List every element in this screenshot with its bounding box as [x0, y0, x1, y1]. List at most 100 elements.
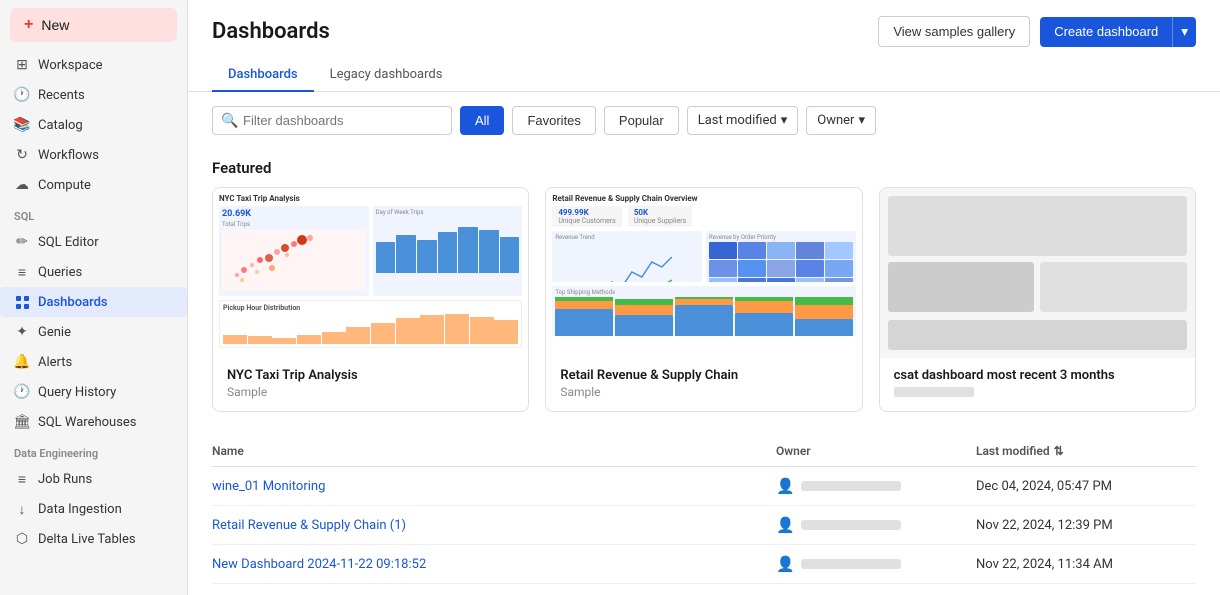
owner-icon: 👤 — [776, 516, 795, 534]
csat-placeholder — [880, 188, 1195, 358]
tab-legacy-dashboards[interactable]: Legacy dashboards — [314, 59, 459, 92]
row-1-name: wine_01 Monitoring — [212, 479, 776, 494]
nyc-taxi-card-subtitle: Sample — [227, 385, 514, 399]
header-actions: View samples gallery Create dashboard ▾ — [878, 16, 1196, 47]
delta-live-icon: ⬡ — [14, 531, 30, 547]
create-dashboard-group: Create dashboard ▾ — [1040, 17, 1196, 47]
sidebar-item-alerts[interactable]: 🔔 Alerts — [0, 347, 187, 377]
table-header: Name Owner Last modified ⇅ — [212, 436, 1196, 467]
row-2-name: Retail Revenue & Supply Chain (1) — [212, 518, 776, 533]
col-name: Name — [212, 444, 776, 458]
sidebar-item-job-runs[interactable]: ≡ Job Runs — [0, 464, 187, 494]
filter-all-button[interactable]: All — [460, 106, 504, 135]
main-content: Dashboards View samples gallery Create d… — [188, 0, 1220, 595]
row-1-modified: Dec 04, 2024, 05:47 PM — [976, 479, 1196, 494]
sidebar-item-genie[interactable]: ✦ Genie — [0, 317, 187, 347]
create-dashboard-dropdown-button[interactable]: ▾ — [1172, 17, 1196, 47]
sidebar-item-label: Compute — [38, 178, 91, 193]
col-owner: Owner — [776, 444, 976, 458]
sidebar-item-label: Job Runs — [38, 472, 92, 487]
featured-card-csat[interactable]: csat dashboard most recent 3 months — [879, 187, 1196, 412]
plus-icon: + — [24, 16, 33, 34]
sidebar-item-label: Workflows — [38, 148, 99, 163]
table-row: Retail Revenue & Supply Chain (1) 👤 Nov … — [212, 506, 1196, 545]
filters-bar: 🔍 All Favorites Popular Last modified ▾ … — [188, 92, 1220, 145]
sidebar-item-catalog[interactable]: 📚 Catalog — [0, 110, 187, 140]
new-button-label: New — [41, 17, 69, 33]
sidebar-item-label: Alerts — [38, 355, 72, 370]
sidebar-item-compute[interactable]: ☁ Compute — [0, 170, 187, 200]
row-3-owner: 👤 — [776, 555, 976, 573]
sidebar-item-sql-warehouses[interactable]: 🏛 SQL Warehouses — [0, 407, 187, 437]
row-1-owner: 👤 — [776, 477, 976, 495]
sql-warehouses-icon: 🏛 — [14, 414, 30, 430]
retail-card-title: Retail Revenue & Supply Chain — [560, 368, 847, 383]
filter-favorites-button[interactable]: Favorites — [512, 106, 595, 135]
csat-owner-placeholder — [894, 387, 974, 397]
sidebar: + New ⊞ Workspace 🕐 Recents 📚 Catalog ↻ … — [0, 0, 188, 595]
retail-card-subtitle: Sample — [560, 385, 847, 399]
row-2-modified: Nov 22, 2024, 12:39 PM — [976, 518, 1196, 533]
sidebar-item-label: Catalog — [38, 118, 83, 133]
genie-icon: ✦ — [14, 324, 30, 340]
tabs-bar: Dashboards Legacy dashboards — [188, 47, 1220, 92]
row-3-link[interactable]: New Dashboard 2024-11-22 09:18:52 — [212, 557, 426, 572]
filter-owner-dropdown[interactable]: Owner ▾ — [806, 106, 876, 135]
sidebar-item-label: Recents — [38, 88, 85, 103]
dashboards-icon — [14, 294, 30, 310]
col-last-modified: Last modified ⇅ — [976, 444, 1196, 458]
nyc-taxi-preview: NYC Taxi Trip Analysis 20.69K Total Trip… — [213, 188, 528, 358]
featured-card-retail[interactable]: Retail Revenue & Supply Chain Overview 4… — [545, 187, 862, 412]
csat-card-body: csat dashboard most recent 3 months — [880, 358, 1195, 409]
filter-last-modified-dropdown[interactable]: Last modified ▾ — [687, 106, 799, 135]
query-history-icon: 🕐 — [14, 384, 30, 400]
csat-preview — [880, 188, 1195, 358]
sidebar-item-query-history[interactable]: 🕐 Query History — [0, 377, 187, 407]
workspace-icon: ⊞ — [14, 57, 30, 73]
featured-grid: NYC Taxi Trip Analysis 20.69K Total Trip… — [212, 187, 1196, 412]
sidebar-item-data-ingestion[interactable]: ↓ Data Ingestion — [0, 494, 187, 524]
filter-popular-button[interactable]: Popular — [604, 106, 679, 135]
row-1-link[interactable]: wine_01 Monitoring — [212, 479, 325, 494]
owner-icon: 👤 — [776, 555, 795, 573]
sidebar-item-label: Workspace — [38, 58, 103, 73]
sql-section-label: SQL — [0, 200, 187, 227]
sidebar-item-workspace[interactable]: ⊞ Workspace — [0, 50, 187, 80]
sidebar-item-queries[interactable]: ≡ Queries — [0, 257, 187, 287]
sidebar-item-label: Dashboards — [38, 295, 108, 310]
recents-icon: 🕐 — [14, 87, 30, 103]
sidebar-item-label: SQL Warehouses — [38, 415, 137, 430]
sidebar-item-recents[interactable]: 🕐 Recents — [0, 80, 187, 110]
data-eng-section-label: Data Engineering — [0, 437, 187, 464]
sidebar-item-sql-editor[interactable]: ✏ SQL Editor — [0, 227, 187, 257]
sidebar-item-dashboards[interactable]: Dashboards — [0, 287, 187, 317]
search-wrap: 🔍 — [212, 106, 452, 135]
owner-placeholder — [801, 520, 901, 530]
sidebar-item-label: Data Ingestion — [38, 502, 122, 517]
catalog-icon: 📚 — [14, 117, 30, 133]
create-dashboard-button[interactable]: Create dashboard — [1040, 17, 1172, 47]
featured-card-nyc-taxi[interactable]: NYC Taxi Trip Analysis 20.69K Total Trip… — [212, 187, 529, 412]
owner-icon: 👤 — [776, 477, 795, 495]
new-button[interactable]: + New — [10, 8, 177, 42]
dashboards-table: Name Owner Last modified ⇅ wine_01 Monit… — [212, 436, 1196, 584]
data-ingestion-icon: ↓ — [14, 501, 30, 517]
sort-icon[interactable]: ⇅ — [1054, 444, 1064, 458]
search-input[interactable] — [212, 106, 452, 135]
chevron-down-icon: ▾ — [858, 113, 865, 128]
search-icon: 🔍 — [221, 113, 238, 129]
view-samples-button[interactable]: View samples gallery — [878, 16, 1030, 47]
content-area: Featured NYC Taxi Trip Analysis 20.69K T… — [188, 145, 1220, 595]
job-runs-icon: ≡ — [14, 471, 30, 487]
page-header: Dashboards View samples gallery Create d… — [188, 0, 1220, 47]
sidebar-item-workflows[interactable]: ↻ Workflows — [0, 140, 187, 170]
owner-label: Owner — [817, 113, 854, 128]
compute-icon: ☁ — [14, 177, 30, 193]
last-modified-label: Last modified — [698, 113, 777, 128]
featured-section-title: Featured — [212, 159, 1196, 177]
alerts-icon: 🔔 — [14, 354, 30, 370]
tab-dashboards[interactable]: Dashboards — [212, 59, 314, 92]
row-2-link[interactable]: Retail Revenue & Supply Chain (1) — [212, 518, 406, 533]
sidebar-item-delta-live-tables[interactable]: ⬡ Delta Live Tables — [0, 524, 187, 554]
sidebar-item-label: Queries — [38, 265, 82, 280]
